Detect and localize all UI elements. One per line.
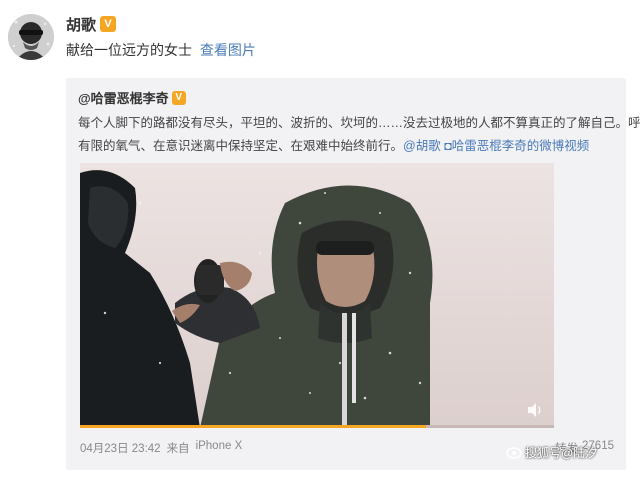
mention-link[interactable]: @胡歌 (403, 139, 441, 153)
video-frame (80, 163, 554, 428)
video-link-icon: ◘ (444, 139, 452, 153)
avatar[interactable] (8, 14, 54, 60)
reposted-content[interactable]: @哈雷恶棍李奇 V 每个人脚下的路都没有尽头，平坦的、波折的、坎坷的……没去过极… (66, 78, 640, 470)
verified-badge-icon: V (100, 16, 117, 32)
video-link[interactable]: ◘哈雷恶棍李奇的微博视频 (444, 139, 589, 153)
watermark: 搜狐号@陆汐 (506, 444, 597, 461)
source-prefix: 来自 (166, 443, 190, 455)
author-name[interactable]: 胡歌 (66, 14, 96, 35)
volume-icon[interactable] (526, 402, 544, 418)
post-meta: 04月23日 23:42 来自 iPhone X (80, 440, 242, 456)
video-link-label: 哈雷恶棍李奇的微博视频 (451, 139, 590, 153)
post-date[interactable]: 04月23日 23:42 (80, 440, 161, 456)
video-progress-bar[interactable] (80, 425, 554, 428)
repost-text-line-2: 有限的氧气、在意识迷离中保持坚定、在艰难中始终前行。@胡歌 ◘哈雷恶棍李奇的微博… (78, 135, 614, 158)
view-pictures-link[interactable]: 查看图片 (200, 42, 256, 58)
repost-author-row: @哈雷恶棍李奇 V (78, 88, 186, 107)
sohu-logo-icon (506, 446, 522, 459)
repost-text-line-2-body: 有限的氧气、在意识迷离中保持坚定、在艰难中始终前行。 (78, 139, 404, 153)
post-text: 献给一位远方的女士 查看图片 (66, 40, 256, 60)
weibo-post: 胡歌 V 献给一位远方的女士 查看图片 @哈雷恶棍李奇 V 每个人脚下的路都没有… (0, 0, 640, 477)
repost-text-line-1: 每个人脚下的路都没有尽头，平坦的、波折的、坎坷的……没去过极地的人都不算真正的了… (78, 116, 640, 130)
author-row: 胡歌 V (66, 14, 117, 35)
repost-verified-badge-icon: V (171, 90, 186, 105)
post-source: iPhone X (195, 440, 243, 452)
video-player[interactable] (80, 163, 554, 428)
avatar-image (8, 14, 54, 60)
repost-author-name[interactable]: @哈雷恶棍李奇 (78, 88, 169, 107)
watermark-text: 搜狐号@陆汐 (525, 446, 598, 460)
post-content: 献给一位远方的女士 (66, 42, 192, 58)
video-progress-fill (80, 425, 427, 428)
repost-text: 每个人脚下的路都没有尽头，平坦的、波折的、坎坷的……没去过极地的人都不算真正的了… (78, 112, 640, 158)
